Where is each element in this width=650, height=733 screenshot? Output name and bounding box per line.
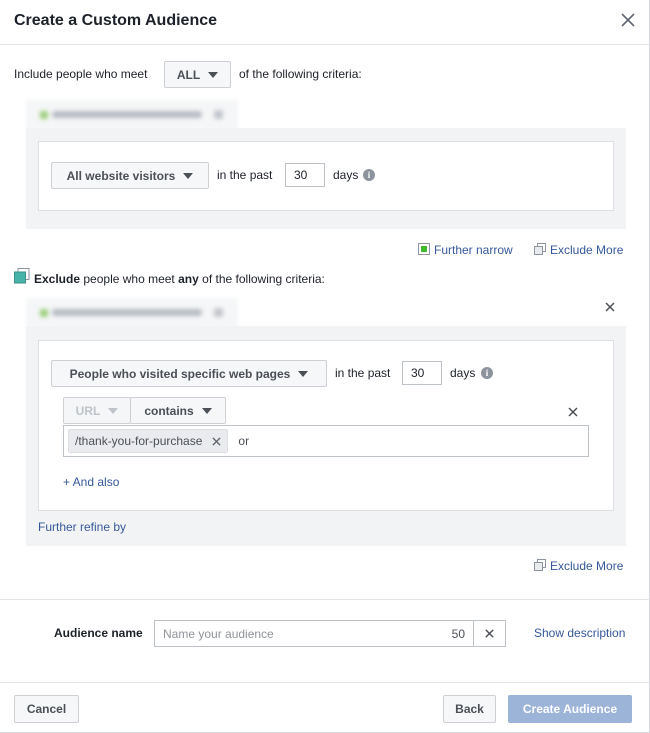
chevron-down-icon	[183, 172, 194, 179]
exclude-pixel-tag	[26, 298, 238, 328]
remove-token-icon[interactable]	[212, 436, 221, 446]
audience-name-input[interactable]: Name your audience 50	[154, 620, 474, 647]
exclude-days-input[interactable]: 30	[402, 361, 442, 385]
divider	[0, 599, 650, 600]
remove-url-rule-icon[interactable]	[567, 406, 579, 418]
cancel-button[interactable]: Cancel	[14, 695, 79, 723]
further-narrow-link[interactable]: Further narrow	[434, 243, 513, 257]
create-custom-audience-dialog: Create a Custom Audience Include people …	[0, 0, 650, 733]
include-prefix: Include people who meet	[14, 67, 148, 81]
include-source-dropdown[interactable]: All website visitors	[51, 162, 209, 189]
chevron-down-icon	[208, 71, 219, 78]
url-field-value: URL	[75, 403, 101, 418]
remove-exclusion-icon[interactable]	[604, 301, 616, 313]
operator-dropdown[interactable]: contains	[130, 397, 226, 424]
create-audience-button[interactable]: Create Audience	[508, 695, 632, 723]
exclude-more-icon	[534, 243, 546, 255]
include-pixel-tag	[26, 100, 238, 130]
char-count: 50	[451, 626, 465, 641]
exclude-middle-text: people who meet	[83, 272, 175, 286]
info-icon[interactable]: i	[481, 367, 493, 379]
clear-name-button[interactable]	[473, 620, 506, 647]
show-description-link[interactable]: Show description	[534, 626, 625, 640]
back-button[interactable]: Back	[443, 695, 496, 723]
include-days-input[interactable]: 30	[285, 163, 325, 187]
footer-divider	[0, 682, 650, 683]
audience-name-placeholder: Name your audience	[163, 626, 274, 641]
url-token: /thank-you-for-purchase	[68, 429, 229, 453]
exclude-keyword: Exclude	[34, 272, 81, 286]
url-token-input[interactable]: /thank-you-for-purchase or	[63, 425, 589, 457]
exclude-heading: Exclude people who meet any of the follo…	[34, 272, 325, 286]
exclude-in-the-past-label: in the past	[335, 366, 391, 380]
include-match-value: ALL	[176, 67, 201, 82]
chevron-down-icon	[201, 407, 212, 414]
exclude-more-icon	[534, 559, 546, 571]
exclude-days-label: days	[450, 366, 476, 380]
url-token-text: /thank-you-for-purchase	[75, 434, 203, 448]
exclude-more-link-bottom[interactable]: Exclude More	[550, 559, 623, 573]
url-field-dropdown[interactable]: URL	[63, 397, 131, 424]
dialog-title: Create a Custom Audience	[14, 12, 218, 29]
dialog-header: Create a Custom Audience	[0, 0, 650, 45]
exclude-source-value: People who visited specific web pages	[69, 366, 291, 381]
close-icon[interactable]	[618, 10, 638, 30]
include-in-the-past-label: in the past	[217, 168, 273, 182]
include-suffix: of the following criteria:	[239, 67, 362, 81]
audience-name-label: Audience name	[54, 626, 143, 640]
clear-icon	[485, 629, 494, 638]
operator-value: contains	[144, 403, 194, 418]
info-icon[interactable]: i	[363, 169, 375, 181]
exclude-suffix: of the following criteria:	[202, 272, 325, 286]
include-source-value: All website visitors	[66, 168, 176, 183]
further-refine-link[interactable]: Further refine by	[38, 520, 126, 534]
chevron-down-icon	[108, 407, 119, 414]
exclude-more-link[interactable]: Exclude More	[550, 243, 623, 257]
exclude-source-dropdown[interactable]: People who visited specific web pages	[51, 360, 327, 387]
include-match-dropdown[interactable]: ALL	[164, 61, 231, 88]
include-days-label: days	[333, 168, 359, 182]
further-narrow-icon	[418, 243, 430, 255]
exclude-section-icon	[14, 268, 30, 284]
or-label: or	[238, 434, 250, 448]
exclude-match-word: any	[178, 272, 199, 286]
and-also-link[interactable]: + And also	[63, 475, 119, 489]
chevron-down-icon	[298, 370, 309, 377]
